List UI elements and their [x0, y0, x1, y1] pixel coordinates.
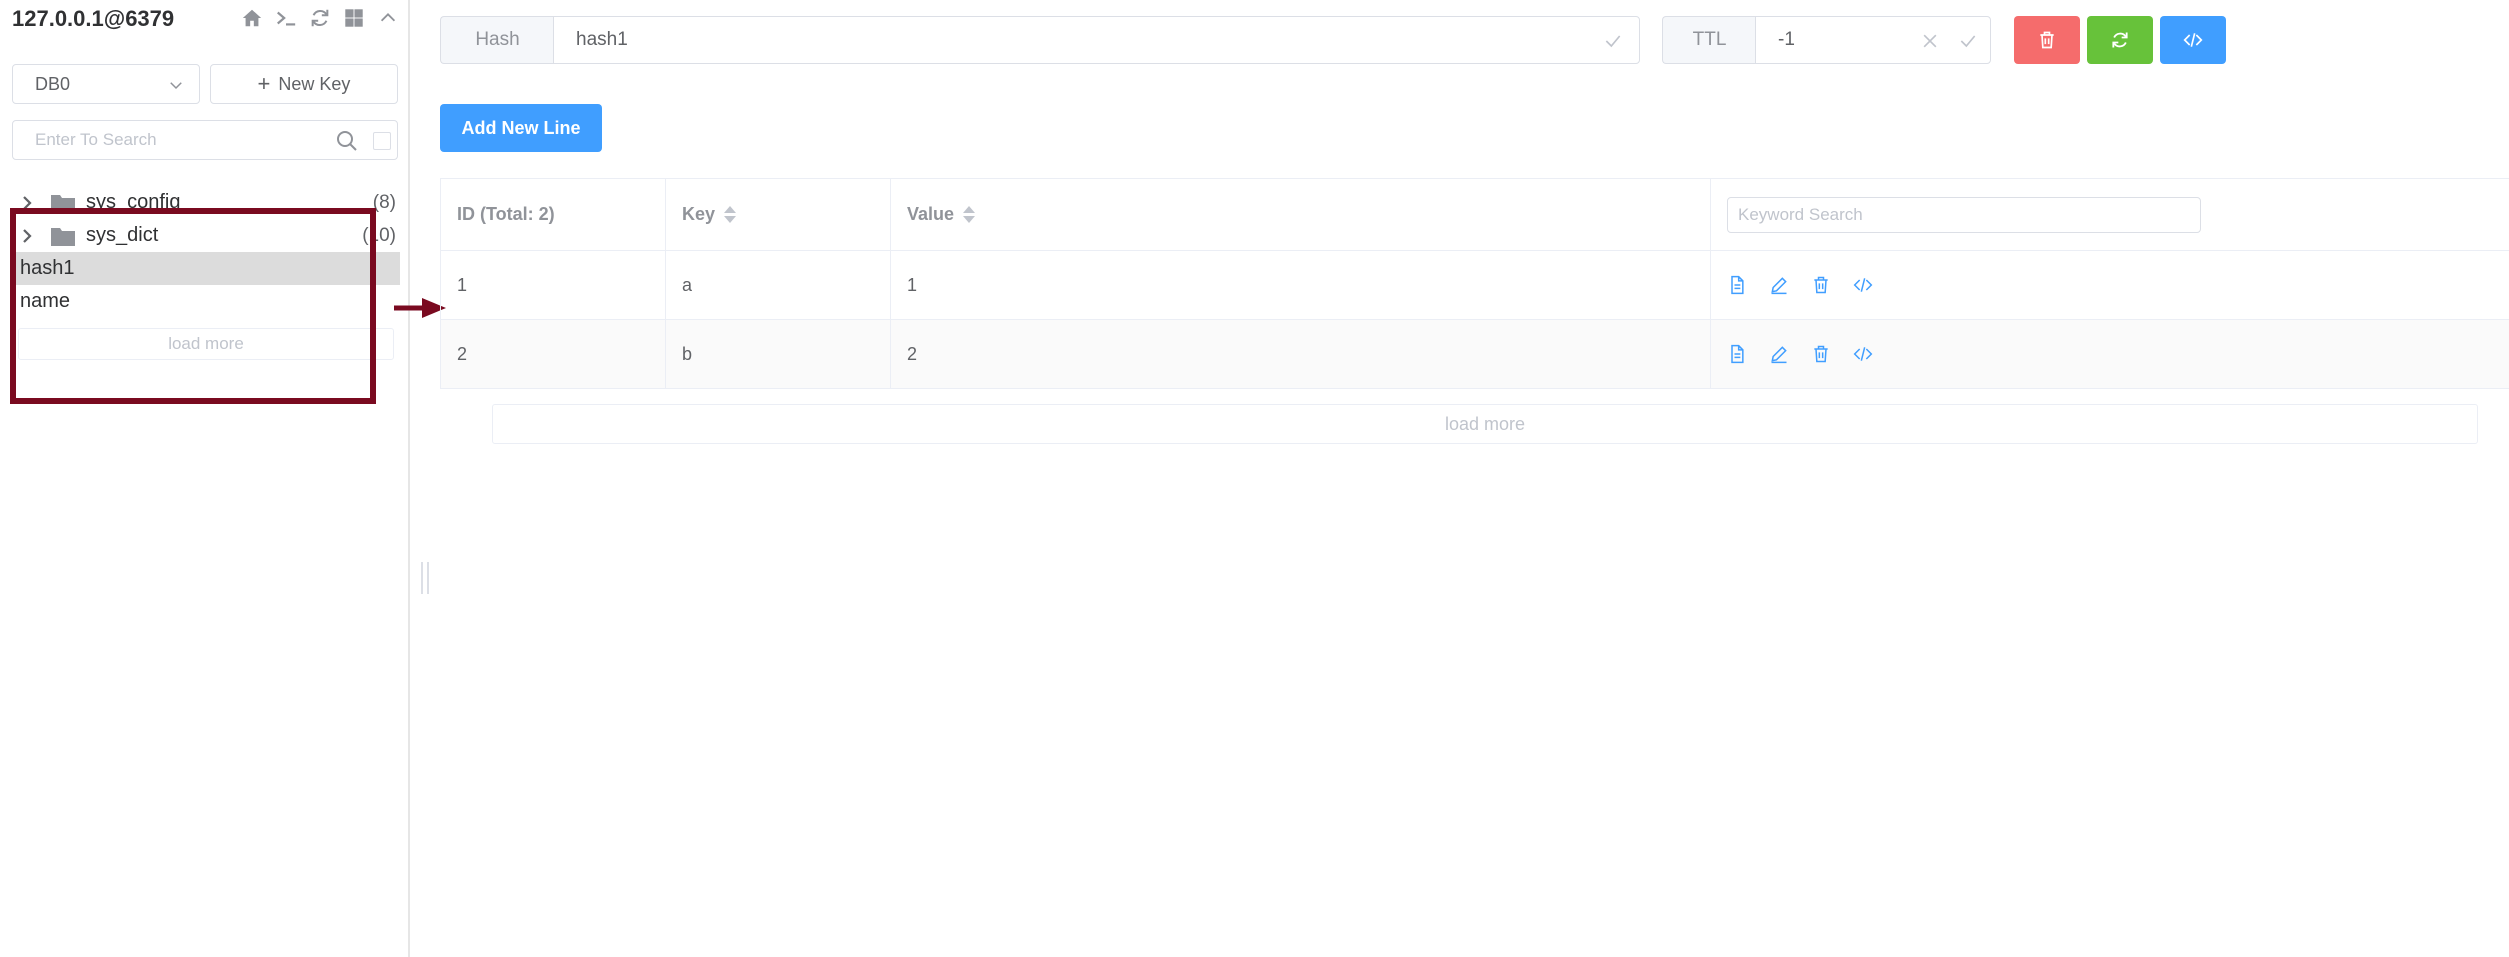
sidebar: 127.0.0.1@6379 DB0 + New Key Enter To Se…: [0, 0, 410, 957]
check-icon[interactable]: [1603, 31, 1623, 51]
column-header-id-label: ID (Total: 2): [457, 204, 555, 224]
refresh-key-button[interactable]: [2087, 16, 2153, 64]
chevron-up-icon[interactable]: [376, 6, 400, 30]
connection-toolbar: [240, 6, 400, 30]
cell-key: a: [666, 251, 891, 319]
cell-operations: [1711, 251, 2509, 319]
row-actions: [1727, 344, 1873, 364]
code-icon[interactable]: [1853, 344, 1873, 364]
key-name-input[interactable]: [554, 17, 1574, 63]
new-key-label: New Key: [278, 73, 351, 94]
table-row: 1 a 1: [441, 251, 2509, 320]
trash-icon[interactable]: [1811, 344, 1831, 364]
sort-icon[interactable]: [723, 205, 737, 225]
key-name-field: [553, 16, 1640, 64]
connection-title: 127.0.0.1@6379: [12, 6, 175, 31]
key-tree: sys_config (8) sys_dict (10) hash1 name …: [12, 186, 400, 360]
check-icon[interactable]: [1958, 31, 1978, 51]
delete-key-button[interactable]: [2014, 16, 2080, 64]
sort-icon[interactable]: [962, 205, 976, 225]
folder-count: (8): [372, 191, 396, 213]
trash-icon: [2040, 31, 2054, 49]
dump-command-button[interactable]: [2160, 16, 2226, 64]
document-icon[interactable]: [1727, 275, 1747, 295]
trash-icon[interactable]: [1811, 275, 1831, 295]
keyword-search-input[interactable]: [1727, 196, 2201, 233]
exact-search-checkbox[interactable]: [373, 132, 391, 150]
cell-key: b: [666, 320, 891, 388]
chevron-right-icon[interactable]: [18, 227, 36, 245]
folder-icon: [51, 194, 75, 213]
chevron-right-icon[interactable]: [18, 194, 36, 212]
new-key-button[interactable]: + New Key: [210, 64, 398, 104]
column-header-value-label: Value: [907, 204, 955, 224]
search-icon[interactable]: [335, 129, 359, 153]
key-type-tag: Hash: [440, 16, 554, 64]
key-label: name: [20, 290, 71, 312]
db-select-value: DB0: [35, 73, 71, 94]
key-search-input[interactable]: [13, 121, 333, 159]
sidebar-load-more-button[interactable]: load more: [18, 328, 394, 360]
add-new-line-button[interactable]: Add New Line: [440, 104, 602, 152]
ttl-tag: TTL: [1662, 16, 1756, 64]
redis-client-app: 127.0.0.1@6379 DB0 + New Key Enter To Se…: [0, 0, 2509, 957]
code-icon: [2183, 33, 2203, 47]
column-header-id: ID (Total: 2): [441, 179, 666, 250]
tree-key-name[interactable]: name: [12, 285, 400, 318]
refresh-icon[interactable]: [308, 6, 332, 30]
ttl-field: [1755, 16, 1991, 64]
clear-icon[interactable]: [1920, 31, 1940, 51]
folder-count: (10): [362, 224, 396, 246]
cell-id: 1: [441, 251, 666, 319]
column-header-operations: [1711, 179, 2509, 250]
refresh-icon: [2112, 32, 2128, 48]
folder-label: sys_config: [86, 191, 181, 213]
cell-value: 2: [891, 320, 1711, 388]
cell-value: 1: [891, 251, 1711, 319]
edit-icon[interactable]: [1769, 275, 1789, 295]
folder-icon: [51, 227, 75, 246]
key-label: hash1: [20, 257, 75, 279]
hash-table: ID (Total: 2) Key Value 1 a 1 2 b: [440, 178, 2509, 389]
terminal-icon[interactable]: [274, 6, 298, 30]
cell-id: 2: [441, 320, 666, 388]
grid-icon[interactable]: [342, 6, 366, 30]
code-icon[interactable]: [1853, 275, 1873, 295]
column-header-key-label: Key: [682, 204, 716, 224]
edit-icon[interactable]: [1769, 344, 1789, 364]
key-search-box: [12, 120, 398, 160]
chevron-down-icon: [170, 82, 182, 90]
tree-folder-sys-dict[interactable]: sys_dict (10): [12, 219, 400, 252]
table-row: 2 b 2: [441, 320, 2509, 389]
tree-folder-sys-config[interactable]: sys_config (8): [12, 186, 400, 219]
db-select[interactable]: DB0: [12, 64, 200, 104]
column-header-value[interactable]: Value: [891, 179, 1711, 250]
column-header-key[interactable]: Key: [666, 179, 891, 250]
panel-resize-handle[interactable]: [421, 562, 429, 594]
folder-label: sys_dict: [86, 224, 159, 246]
table-header: ID (Total: 2) Key Value: [441, 179, 2509, 251]
row-actions: [1727, 275, 1873, 295]
cell-operations: [1711, 320, 2509, 388]
plus-icon: +: [257, 71, 271, 96]
document-icon[interactable]: [1727, 344, 1747, 364]
home-icon[interactable]: [240, 6, 264, 30]
ttl-input[interactable]: [1756, 17, 1906, 63]
tree-key-hash1[interactable]: hash1: [12, 252, 400, 285]
table-load-more-button[interactable]: load more: [492, 404, 2478, 444]
